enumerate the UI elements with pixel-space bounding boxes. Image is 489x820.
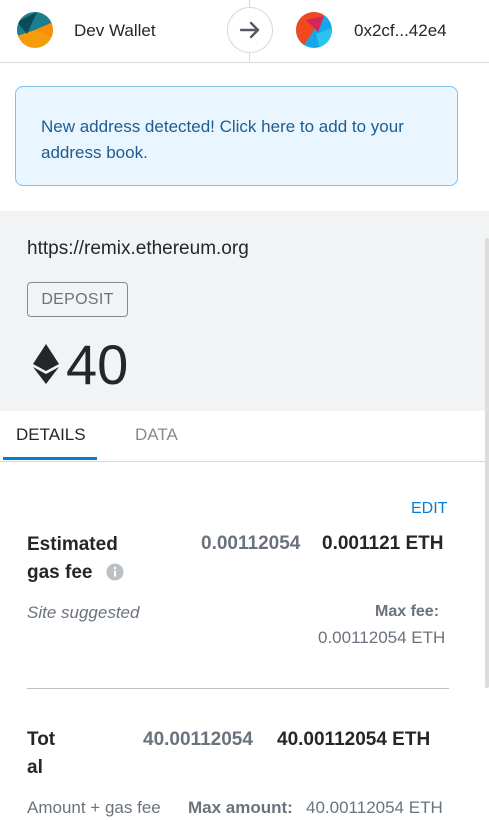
arrow-right-icon — [227, 7, 273, 53]
total-primary: 40.00112054 — [143, 729, 253, 750]
total-label-line1: Tot — [27, 729, 56, 750]
scrollbar[interactable] — [485, 238, 489, 688]
max-fee-label: Max fee: — [375, 603, 440, 620]
total-note: Amount + gas fee — [27, 798, 161, 817]
max-amount-value: 40.00112054 ETH — [306, 798, 443, 817]
new-address-notice[interactable]: New address detected! Click here to add … — [15, 86, 458, 186]
gas-fee-primary: 0.00112054 — [201, 533, 301, 554]
active-tab-indicator — [3, 457, 97, 460]
tab-details[interactable]: DETAILS — [16, 425, 86, 445]
to-account-address[interactable]: 0x2cf...42e4 — [354, 21, 447, 41]
total-eth: 40.00112054 ETH — [277, 729, 431, 750]
from-account-name[interactable]: Dev Wallet — [74, 21, 156, 41]
total-label: Tot al — [27, 726, 55, 782]
from-account-avatar[interactable] — [17, 12, 53, 48]
transaction-amount: 40 — [66, 333, 129, 396]
tab-data[interactable]: DATA — [135, 425, 178, 445]
gas-fee-eth: 0.001121 ETH — [322, 533, 444, 554]
max-fee-value: 0.00112054 ETH — [318, 628, 446, 647]
estimated-gas-fee-label: Estimated gas fee — [27, 531, 118, 587]
site-origin: https://remix.ethereum.org — [27, 238, 249, 259]
gas-label-line1: Estimated — [27, 534, 118, 555]
section-divider — [27, 688, 449, 689]
max-amount-label: Max amount: — [188, 798, 293, 817]
ethereum-icon — [33, 344, 59, 389]
edit-gas-button[interactable]: EDIT — [411, 500, 447, 518]
info-icon[interactable] — [106, 563, 124, 586]
gas-label-line2: gas fee — [27, 562, 93, 583]
to-account-avatar[interactable] — [296, 12, 332, 48]
total-label-line2: al — [27, 757, 43, 778]
gas-fee-source: Site suggested — [27, 603, 140, 622]
action-badge: DEPOSIT — [27, 282, 128, 317]
